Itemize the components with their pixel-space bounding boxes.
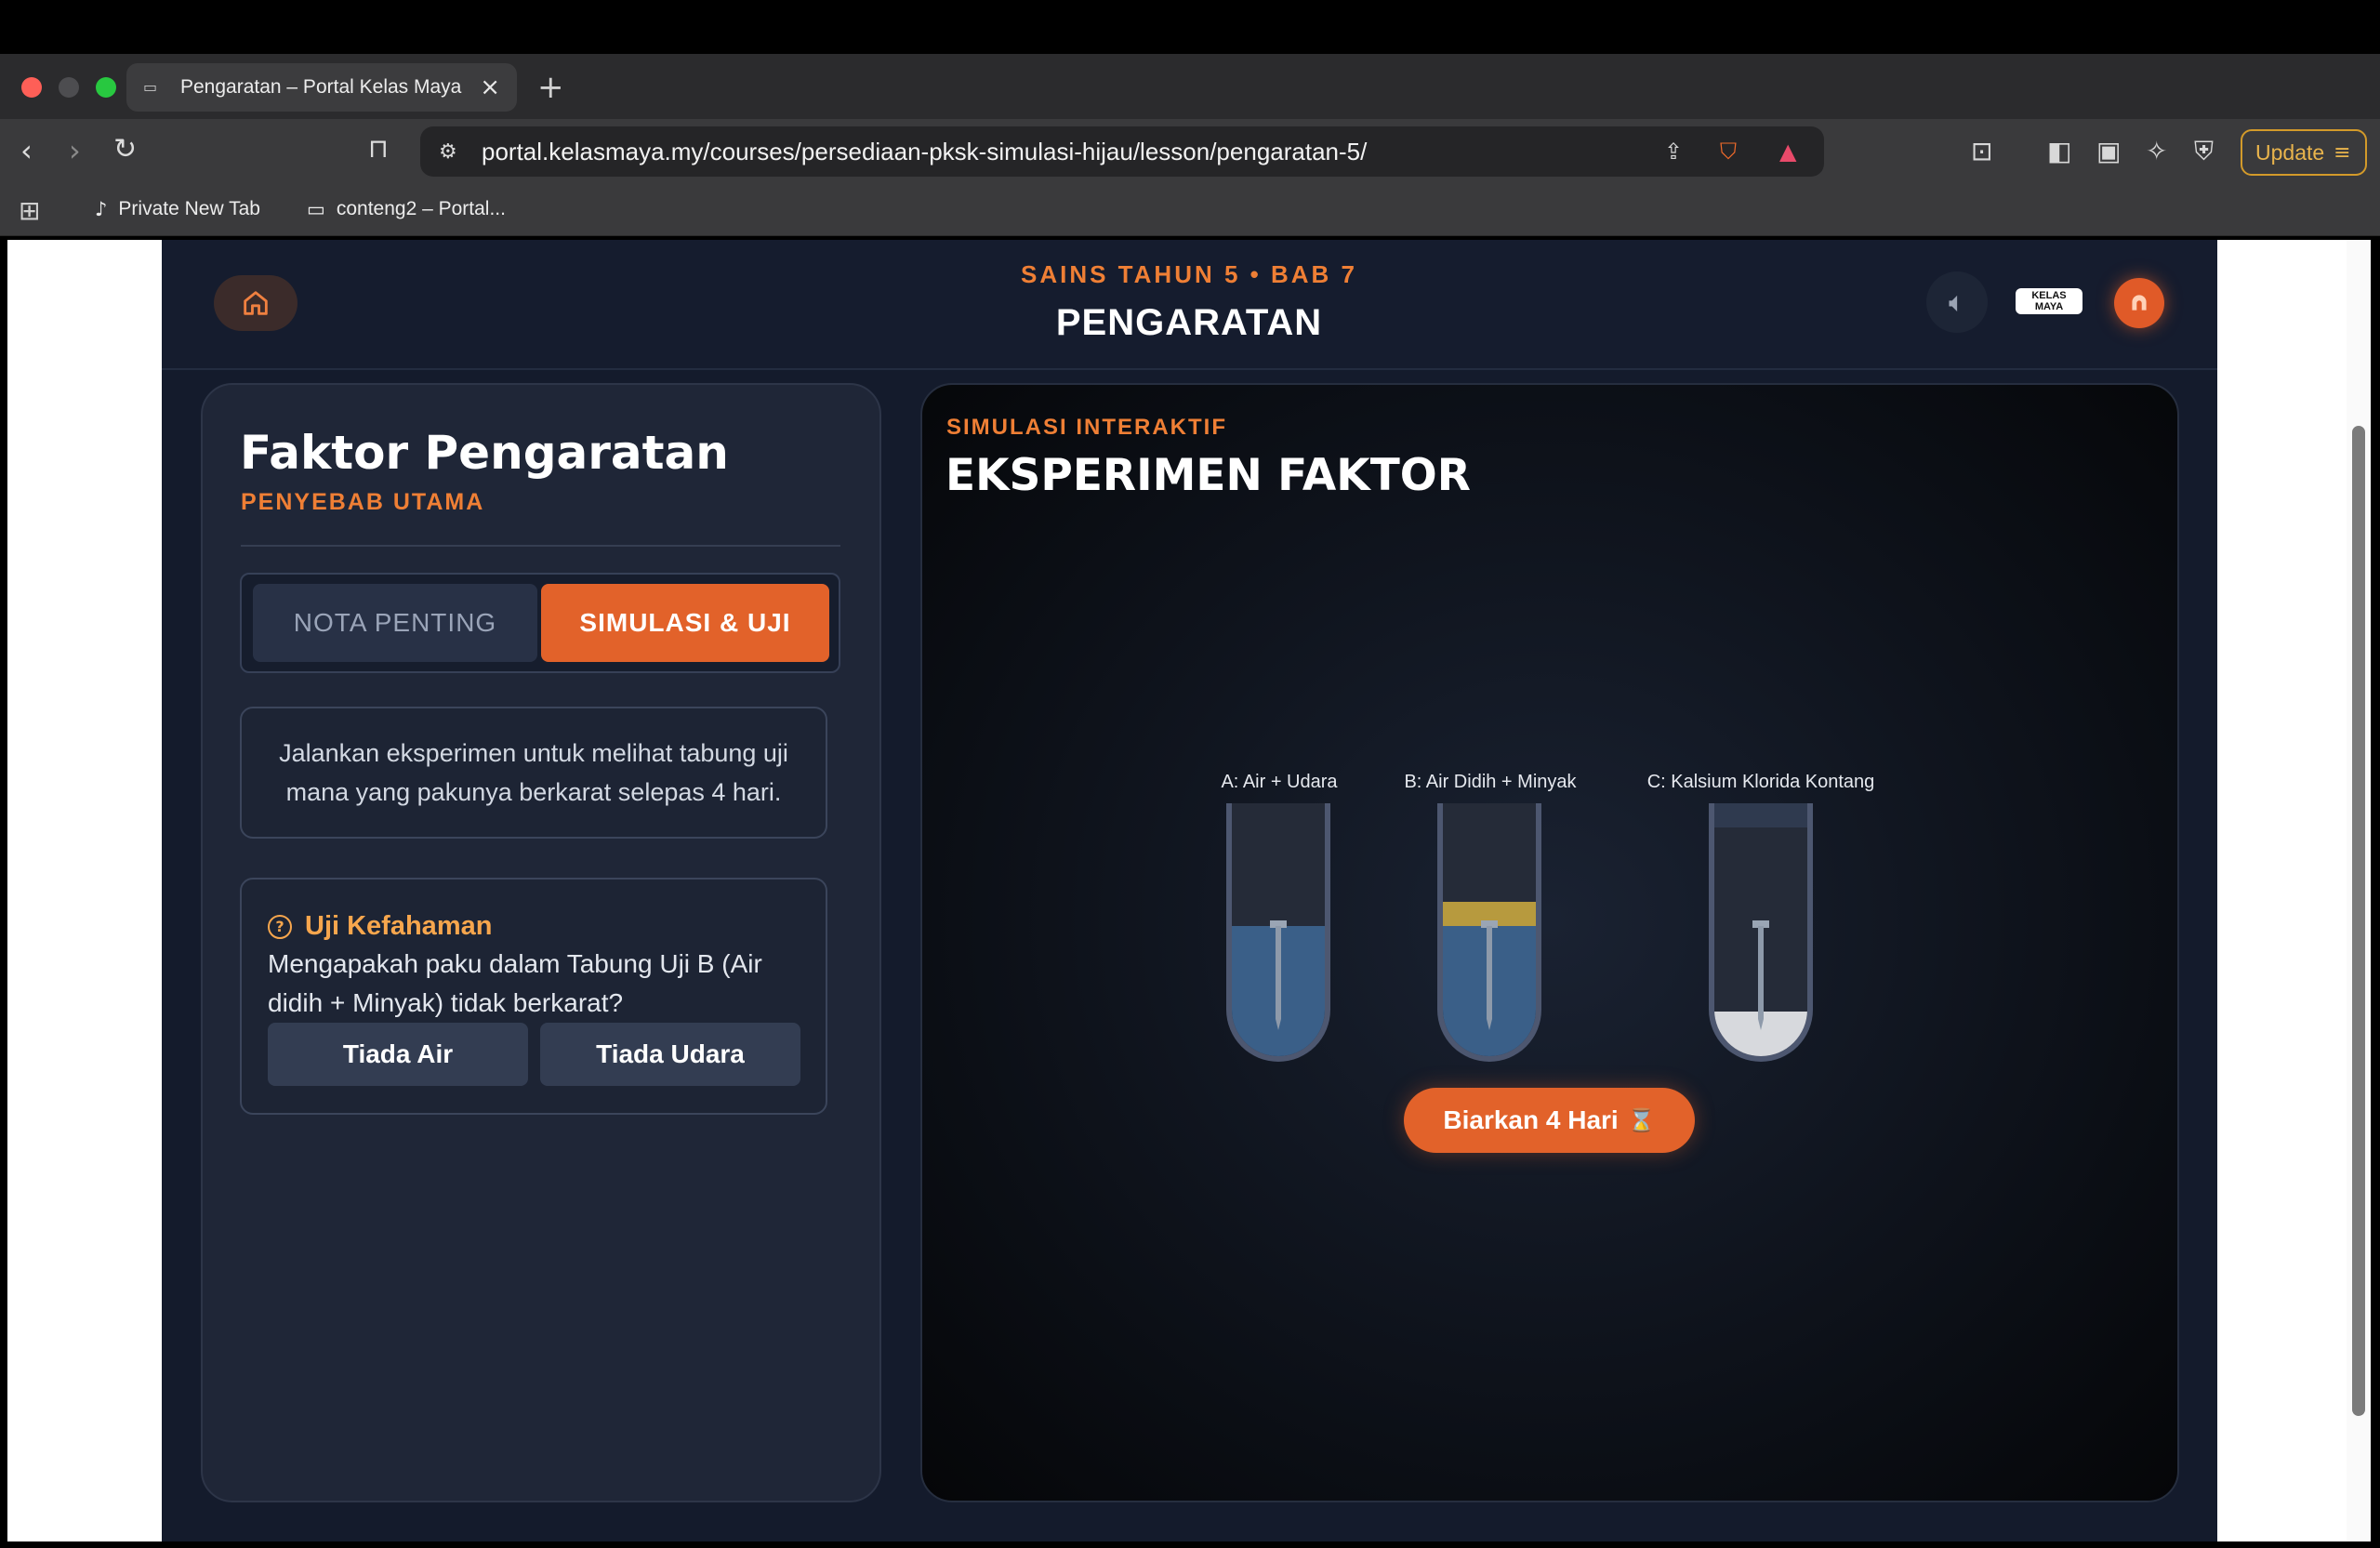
home-button[interactable] <box>214 275 298 331</box>
reload-icon[interactable]: ↻ <box>113 133 137 165</box>
forward-icon[interactable]: › <box>69 133 81 168</box>
hourglass-icon: ⌛ <box>1627 1107 1656 1133</box>
divider <box>241 545 840 547</box>
simulation-panel <box>920 383 2179 1502</box>
back-icon[interactable]: ‹ <box>20 133 33 168</box>
nail-a-tip <box>1276 1019 1281 1030</box>
share-icon[interactable]: ⇪ <box>1664 139 1683 165</box>
menu-icon: ≡ <box>2334 140 2351 165</box>
answer-tiada-udara-button[interactable]: Tiada Udara <box>540 1023 800 1086</box>
new-tab-icon[interactable]: + <box>537 69 564 106</box>
page-title: PENGARATAN <box>1055 302 1323 343</box>
bookmark-conteng2[interactable]: ▭ conteng2 – Portal... <box>307 198 506 220</box>
sidebar-icon[interactable]: ◧ <box>2047 136 2071 166</box>
instruction-text: Jalankan eksperimen untuk melihat tabung… <box>240 707 827 839</box>
run-experiment-label: Biarkan 4 Hari <box>1443 1105 1619 1134</box>
tiktok-icon: ♪ <box>95 198 108 220</box>
panel-subtitle: PENYEBAB UTAMA <box>241 489 485 515</box>
bookmark-label: conteng2 – Portal... <box>336 198 506 219</box>
brave-shields-icon[interactable]: ⛉ <box>1720 139 1737 165</box>
window-close-button[interactable] <box>21 77 42 98</box>
user-profile-button[interactable] <box>2114 278 2164 328</box>
test-tube-b[interactable] <box>1437 803 1541 1062</box>
question-icon: ? <box>268 914 292 939</box>
tube-c-label: C: Kalsium Klorida Kontang <box>1646 772 1875 792</box>
scrollbar-thumb[interactable] <box>2352 426 2365 1416</box>
update-label: Update <box>2255 139 2325 165</box>
address-bar-url: portal.kelasmaya.my/courses/persediaan-p… <box>482 137 1368 165</box>
tab-simulasi-uji[interactable]: SIMULASI & UJI <box>541 584 829 662</box>
nail-a <box>1276 926 1281 1019</box>
apps-grid-icon[interactable]: ⊞ <box>19 195 40 226</box>
simulation-title: EKSPERIMEN FAKTOR <box>945 450 1471 501</box>
quiz-heading-label: Uji Kefahaman <box>305 911 493 941</box>
leo-ai-icon[interactable]: ✧ <box>2146 136 2167 166</box>
screen-top-bar <box>0 0 2380 54</box>
page-favicon-icon: ▭ <box>307 198 325 220</box>
browser-tab-title: Pengaratan – Portal Kelas Maya <box>180 76 462 98</box>
nail-c-tip <box>1758 1019 1764 1030</box>
tube-b-label: B: Air Didih + Minyak <box>1404 772 1577 792</box>
reader-mode-icon[interactable]: ⊡ <box>1971 136 1992 166</box>
lesson-subtitle: SAINS TAHUN 5 • BAB 7 <box>1021 260 1357 288</box>
nail-c <box>1758 926 1764 1019</box>
wallet-icon[interactable]: ▣ <box>2096 136 2121 166</box>
test-tube-c[interactable] <box>1709 803 1813 1062</box>
kelas-maya-logo: KELAS MAYA <box>2016 281 2082 324</box>
logo-text: KELAS MAYA <box>2016 288 2082 314</box>
bookmark-icon[interactable]: ⊓ <box>368 133 389 164</box>
speaker-muted-icon: 🔈︎ <box>1949 285 1965 319</box>
answer-tiada-air-button[interactable]: Tiada Air <box>268 1023 528 1086</box>
nail-b-tip <box>1487 1019 1492 1030</box>
address-bar[interactable]: ⚙ portal.kelasmaya.my/courses/persediaan… <box>420 126 1824 177</box>
quiz-heading: ? Uji Kefahaman <box>268 911 492 942</box>
window-minimize-button[interactable] <box>59 77 79 98</box>
panel-title: Faktor Pengaratan <box>240 426 729 480</box>
run-experiment-button[interactable]: Biarkan 4 Hari ⌛ <box>1404 1088 1695 1153</box>
bookmark-label: Private New Tab <box>118 198 260 219</box>
home-icon <box>244 291 268 315</box>
test-tube-a[interactable] <box>1226 803 1330 1062</box>
vpn-icon[interactable]: ⛨ <box>2194 136 2214 167</box>
quiz-question: Mengapakah paku dalam Tabung Uji B (Air … <box>268 949 762 1017</box>
sound-toggle-button[interactable]: 🔈︎ <box>1926 271 1988 333</box>
brave-rewards-icon[interactable]: ▲ <box>1779 139 1796 165</box>
tube-a-label: A: Air + Udara <box>1221 772 1338 792</box>
page-favicon-icon: ▭ <box>143 78 158 96</box>
nail-b <box>1487 926 1492 1019</box>
tab-close-icon[interactable]: × <box>480 73 500 101</box>
browser-tab-active[interactable]: ▭ Pengaratan – Portal Kelas Maya × <box>126 63 517 112</box>
update-button[interactable]: Update ≡ <box>2241 129 2367 176</box>
site-settings-icon[interactable]: ⚙ <box>439 140 457 164</box>
tube-c-stopper <box>1714 803 1807 827</box>
bookmark-private-new-tab[interactable]: ♪ Private New Tab <box>95 198 260 220</box>
simulation-label: SIMULASI INTERAKTIF <box>946 415 1227 440</box>
tab-nota-penting[interactable]: NOTA PENTING <box>253 584 537 662</box>
window-zoom-button[interactable] <box>96 77 116 98</box>
user-icon <box>2132 295 2147 311</box>
